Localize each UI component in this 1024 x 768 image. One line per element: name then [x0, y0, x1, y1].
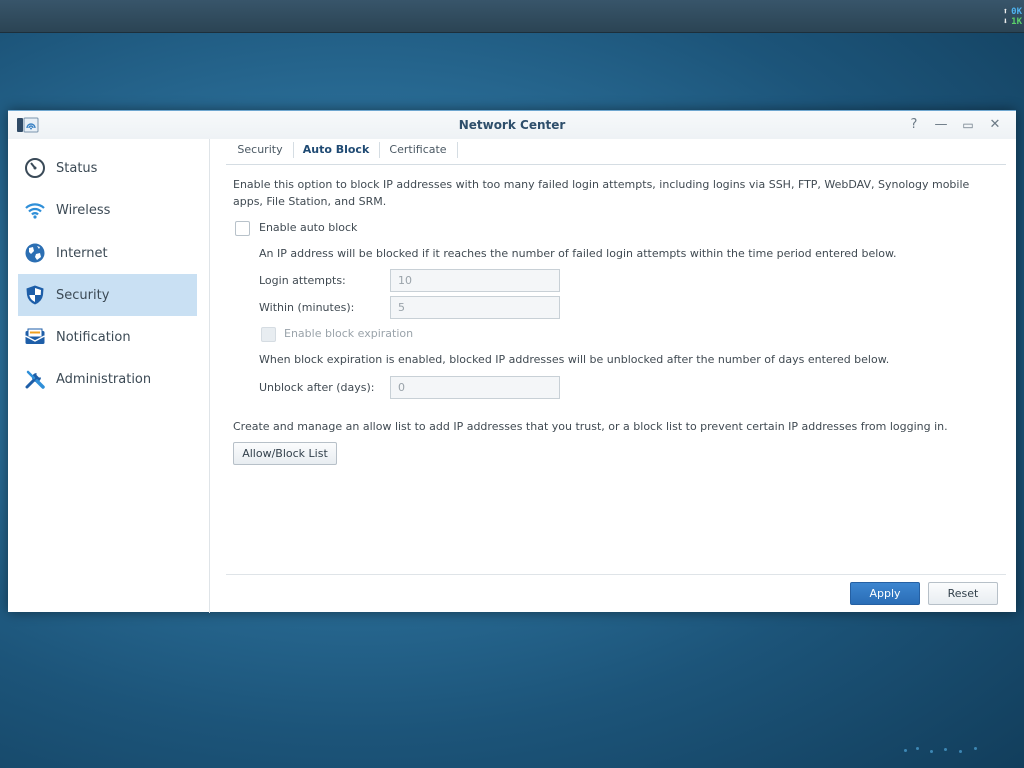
tab-certificate[interactable]: Certificate	[380, 139, 456, 165]
sidebar-item-label: Security	[56, 287, 110, 303]
sidebar-item-notification[interactable]: Notification	[18, 316, 197, 358]
tab-bar: Security Auto Block Certificate	[226, 139, 1006, 165]
tab-separator	[457, 142, 458, 158]
download-rate: 1K	[1011, 17, 1022, 27]
taskbar: ⬆ 0K ⬇ 1K	[0, 0, 1024, 33]
shield-icon	[26, 285, 44, 305]
envelope-icon	[25, 328, 45, 344]
sidebar-item-security[interactable]: Security	[18, 274, 197, 316]
window-title: Network Center	[458, 118, 566, 132]
apply-button[interactable]: Apply	[850, 582, 920, 605]
help-icon[interactable]: ?	[906, 117, 922, 133]
enable-auto-block-checkbox[interactable]	[235, 221, 250, 236]
upload-rate: 0K	[1011, 7, 1022, 17]
within-minutes-input[interactable]	[390, 296, 560, 319]
minimize-icon[interactable]: —	[933, 117, 949, 133]
sidebar-item-internet[interactable]: Internet	[18, 232, 197, 274]
maximize-icon[interactable]: ▭	[960, 117, 976, 133]
upload-arrow-icon: ⬆	[1002, 7, 1009, 17]
title-bar[interactable]: Network Center ? — ▭ ✕	[8, 111, 1016, 139]
sidebar-item-wireless[interactable]: Wireless	[18, 189, 197, 231]
wifi-icon	[25, 203, 45, 219]
sidebar-item-label: Administration	[56, 371, 152, 387]
enable-auto-block-label[interactable]: Enable auto block	[259, 219, 357, 236]
block-rule-text: An IP address will be blocked if it reac…	[259, 247, 897, 260]
globe-icon	[25, 243, 45, 263]
decorative-dots	[904, 746, 984, 754]
enable-block-expiration-checkbox[interactable]	[261, 327, 276, 342]
expiration-text: When block expiration is enabled, blocke…	[259, 353, 890, 366]
sidebar-item-administration[interactable]: Administration	[18, 358, 197, 400]
sidebar-item-label: Internet	[56, 245, 108, 261]
allow-block-list-text: Create and manage an allow list to add I…	[233, 420, 948, 433]
enable-block-expiration-label[interactable]: Enable block expiration	[284, 325, 413, 342]
footer-divider	[226, 574, 1006, 575]
tab-security[interactable]: Security	[228, 139, 292, 165]
sidebar-item-label: Notification	[56, 329, 131, 345]
sidebar-item-label: Status	[56, 160, 98, 176]
tools-icon	[25, 370, 45, 389]
reset-button[interactable]: Reset	[928, 582, 998, 605]
intro-text: Enable this option to block IP addresses…	[233, 178, 970, 208]
gauge-icon	[25, 158, 45, 178]
close-icon[interactable]: ✕	[987, 117, 1003, 133]
sidebar: Status Wireless Internet Security Notifi…	[8, 139, 210, 613]
download-arrow-icon: ⬇	[1002, 17, 1009, 27]
allow-block-list-button[interactable]: Allow/Block List	[233, 442, 337, 465]
login-attempts-label: Login attempts:	[259, 274, 346, 287]
unblock-after-label: Unblock after (days):	[259, 381, 375, 394]
network-center-window: Network Center ? — ▭ ✕ Status Wireless I…	[8, 110, 1016, 613]
unblock-after-input[interactable]	[390, 376, 560, 399]
tab-auto-block[interactable]: Auto Block	[294, 139, 378, 165]
within-minutes-label: Within (minutes):	[259, 301, 355, 314]
sidebar-item-status[interactable]: Status	[18, 147, 197, 189]
sidebar-item-label: Wireless	[56, 202, 111, 218]
login-attempts-input[interactable]	[390, 269, 560, 292]
network-throughput: ⬆ 0K ⬇ 1K	[1003, 7, 1022, 27]
